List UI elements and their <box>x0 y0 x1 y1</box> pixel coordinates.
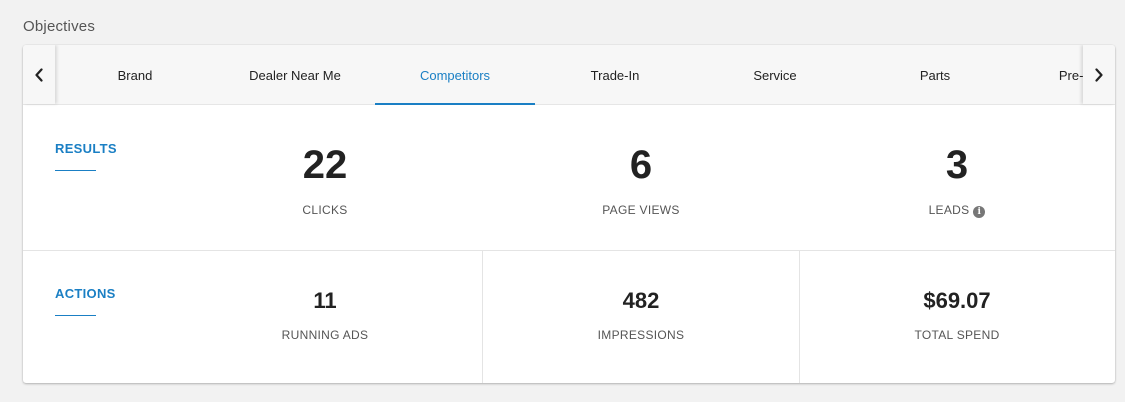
results-underline <box>55 170 96 171</box>
tab-parts[interactable]: Parts <box>855 45 1015 105</box>
metric-label: TOTAL SPEND <box>914 328 1000 342</box>
metric-page-views: 6 PAGE VIEWS <box>491 145 791 217</box>
metric-value: $69.07 <box>923 288 991 313</box>
metric-value: 22 <box>302 143 348 187</box>
metric-impressions: 482 IMPRESSIONS <box>491 288 791 343</box>
metric-label: PAGE VIEWS <box>602 203 680 217</box>
tab-scroll-right-button[interactable] <box>1083 45 1115 104</box>
column-divider <box>482 251 483 383</box>
metric-label: RUNNING ADS <box>281 328 369 342</box>
section-title: Objectives <box>23 18 96 35</box>
tab-competitors[interactable]: Competitors <box>375 45 535 105</box>
objectives-card: Brand Dealer Near Me Competitors Trade-I… <box>23 45 1115 383</box>
metric-value: 11 <box>313 288 337 313</box>
tab-trade-in[interactable]: Trade-In <box>535 45 695 105</box>
tab-pre-order[interactable]: Pre-Order In <box>1015 45 1083 105</box>
tab-scroll-left-button[interactable] <box>23 45 55 104</box>
metric-running-ads: 11 RUNNING ADS <box>175 288 475 343</box>
metric-value: 3 <box>945 143 969 187</box>
actions-underline <box>55 315 96 316</box>
metric-leads: 3 LEADS i <box>807 145 1107 218</box>
tab-brand[interactable]: Brand <box>55 45 215 105</box>
metric-value: 482 <box>622 288 660 313</box>
metric-value: 6 <box>629 143 653 187</box>
chevron-left-icon <box>35 67 43 82</box>
tabs-viewport: Brand Dealer Near Me Competitors Trade-I… <box>55 45 1083 105</box>
metric-label: CLICKS <box>302 203 348 217</box>
results-label: RESULTS <box>55 141 117 156</box>
actions-label: ACTIONS <box>55 286 116 301</box>
tab-dealer-near-me[interactable]: Dealer Near Me <box>215 45 375 105</box>
tab-service[interactable]: Service <box>695 45 855 105</box>
column-divider <box>799 251 800 383</box>
metric-total-spend: $69.07 TOTAL SPEND <box>807 288 1107 343</box>
tab-bar: Brand Dealer Near Me Competitors Trade-I… <box>23 45 1115 105</box>
row-divider <box>23 250 1115 251</box>
metric-label: LEADS <box>928 203 970 217</box>
metric-label: IMPRESSIONS <box>597 328 685 342</box>
metric-label-wrap: LEADS i <box>807 203 1107 218</box>
metric-clicks: 22 CLICKS <box>175 145 475 217</box>
chevron-right-icon <box>1095 67 1103 82</box>
info-icon[interactable]: i <box>973 206 986 218</box>
